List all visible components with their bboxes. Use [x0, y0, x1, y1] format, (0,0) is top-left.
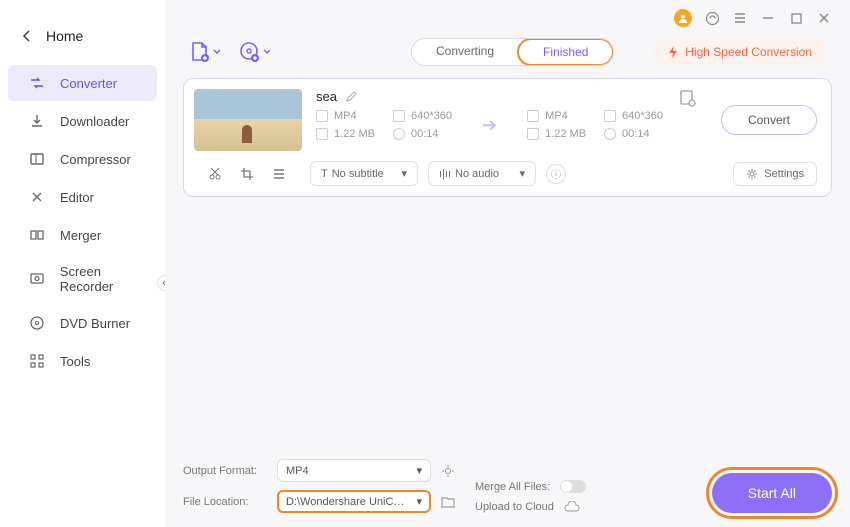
src-duration: 00:14 [411, 128, 439, 140]
settings-button[interactable]: Settings [733, 162, 817, 186]
compressor-icon [28, 150, 46, 168]
sidebar-item-tools[interactable]: Tools [8, 343, 157, 379]
trim-icon[interactable] [208, 167, 222, 181]
output-format-value: MP4 [286, 465, 309, 477]
src-size: 1.22 MB [334, 128, 375, 140]
dvd-icon [28, 314, 46, 332]
sidebar-item-label: DVD Burner [60, 316, 130, 331]
sidebar-item-screen-recorder[interactable]: Screen Recorder [8, 255, 157, 303]
tools-icon [28, 352, 46, 370]
file-location-dropdown[interactable]: D:\Wondershare UniConverter 1 ▾ [277, 490, 431, 513]
sidebar-item-label: Downloader [60, 114, 129, 129]
home-label: Home [46, 28, 83, 44]
support-icon[interactable] [704, 10, 720, 26]
arrow-right-icon: ➔ [470, 115, 509, 136]
subtitle-icon: T [321, 168, 328, 180]
start-all-button[interactable]: Start All [712, 473, 832, 513]
audio-icon: ı|ıı [439, 168, 451, 180]
chevron-down-icon: ▾ [401, 167, 407, 180]
audio-dropdown[interactable]: ı|ıı No audio ▾ [428, 161, 536, 186]
sidebar-item-label: Editor [60, 190, 94, 205]
sidebar-item-label: Converter [60, 76, 117, 91]
resolution-icon [604, 110, 616, 122]
convert-button[interactable]: Convert [721, 105, 817, 135]
output-format-dropdown[interactable]: MP4 ▾ [277, 459, 431, 482]
avatar[interactable] [674, 9, 692, 27]
file-name: sea [316, 89, 337, 104]
dst-size: 1.22 MB [545, 128, 586, 140]
sidebar-item-converter[interactable]: Converter [8, 65, 157, 101]
video-thumbnail[interactable] [194, 89, 302, 151]
duration-icon [393, 128, 405, 140]
editor-icon [28, 188, 46, 206]
maximize-icon[interactable] [788, 10, 804, 26]
add-dvd-icon[interactable] [239, 41, 271, 63]
tabs: Converting Finished [411, 38, 614, 66]
video-format-icon [316, 110, 328, 122]
sidebar-item-merger[interactable]: Merger [8, 217, 157, 253]
crop-icon[interactable] [240, 167, 254, 181]
sidebar-item-label: Tools [60, 354, 90, 369]
main-panel: Converting Finished High Speed Conversio… [165, 0, 850, 527]
audio-value: No audio [455, 168, 499, 180]
high-speed-label: High Speed Conversion [685, 45, 812, 59]
settings-label: Settings [764, 168, 804, 180]
effects-icon[interactable] [272, 167, 286, 181]
sidebar-item-label: Screen Recorder [60, 264, 157, 294]
merger-icon [28, 226, 46, 244]
sidebar-item-compressor[interactable]: Compressor [8, 141, 157, 177]
open-folder-icon[interactable] [441, 496, 455, 508]
merge-toggle[interactable] [560, 480, 586, 493]
bottom-bar: Output Format: MP4 ▾ File Location: D:\W… [165, 449, 850, 527]
close-icon[interactable] [816, 10, 832, 26]
high-speed-button[interactable]: High Speed Conversion [653, 40, 826, 64]
back-home[interactable]: Home [0, 8, 165, 64]
file-card: sea MP4 1.22 MB 640*360 00:14 ➔ [183, 78, 832, 197]
cloud-icon[interactable] [564, 501, 580, 513]
file-size-icon [527, 128, 539, 140]
output-format-label: Output Format: [183, 465, 267, 477]
subtitle-value: No subtitle [332, 168, 384, 180]
lightning-icon [667, 45, 679, 59]
info-icon[interactable]: ⓘ [546, 164, 566, 184]
downloader-icon [28, 112, 46, 130]
subtitle-dropdown[interactable]: T No subtitle ▾ [310, 161, 418, 186]
sidebar-item-label: Compressor [60, 152, 131, 167]
titlebar [165, 0, 850, 30]
dst-duration: 00:14 [622, 128, 650, 140]
file-location-value: D:\Wondershare UniConverter 1 [286, 496, 406, 508]
dst-format: MP4 [545, 110, 568, 122]
chevron-down-icon: ▾ [416, 495, 422, 508]
chevron-down-icon: ▾ [416, 464, 422, 477]
upload-label: Upload to Cloud [475, 501, 554, 513]
converter-icon [28, 74, 46, 92]
file-size-icon [316, 128, 328, 140]
src-resolution: 640*360 [411, 110, 452, 122]
sidebar-item-dvd-burner[interactable]: DVD Burner [8, 305, 157, 341]
file-location-label: File Location: [183, 496, 267, 508]
edit-name-icon[interactable] [345, 91, 357, 103]
gear-icon [746, 168, 758, 180]
sidebar: Home Converter Downloader Compressor Edi… [0, 0, 165, 527]
tab-finished[interactable]: Finished [517, 38, 614, 66]
recorder-icon [28, 270, 46, 288]
sidebar-item-editor[interactable]: Editor [8, 179, 157, 215]
output-settings-icon[interactable] [441, 464, 455, 478]
add-file-icon[interactable] [189, 41, 221, 63]
tab-converting[interactable]: Converting [412, 39, 518, 65]
sidebar-item-label: Merger [60, 228, 101, 243]
sidebar-item-downloader[interactable]: Downloader [8, 103, 157, 139]
dst-resolution: 640*360 [622, 110, 663, 122]
toolbar: Converting Finished High Speed Conversio… [165, 30, 850, 78]
merge-label: Merge All Files: [475, 481, 550, 493]
src-format: MP4 [334, 110, 357, 122]
chevron-down-icon: ▾ [519, 167, 525, 180]
preset-settings-icon[interactable] [679, 89, 697, 107]
back-arrow-icon [22, 29, 32, 43]
video-format-icon [527, 110, 539, 122]
resolution-icon [393, 110, 405, 122]
menu-icon[interactable] [732, 10, 748, 26]
minimize-icon[interactable] [760, 10, 776, 26]
duration-icon [604, 128, 616, 140]
